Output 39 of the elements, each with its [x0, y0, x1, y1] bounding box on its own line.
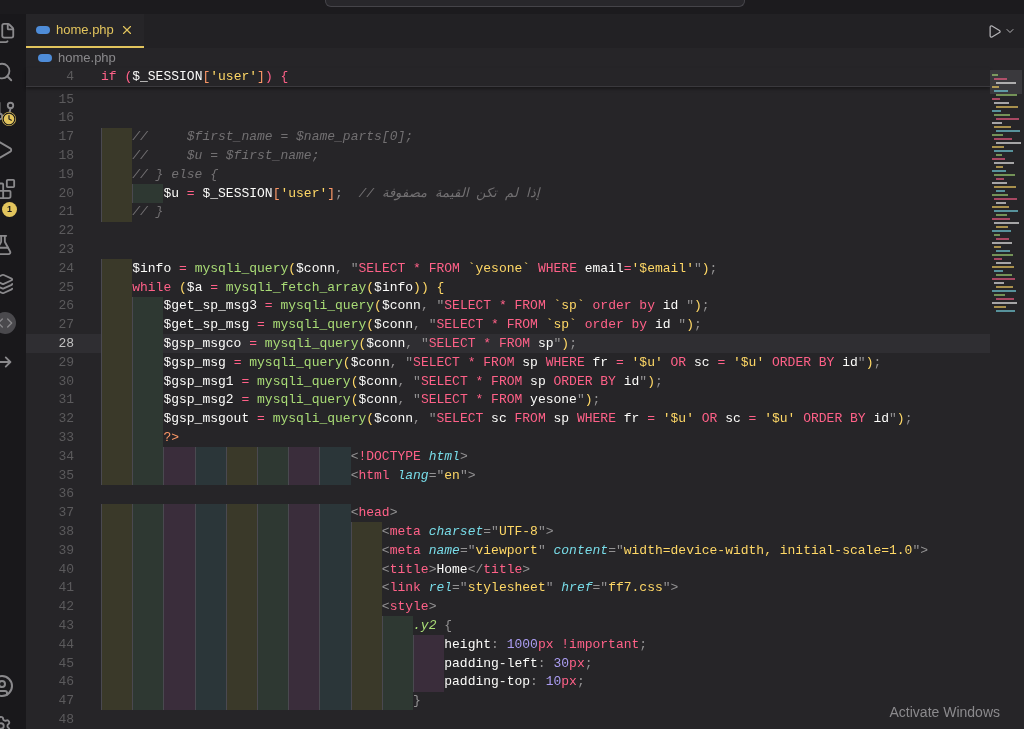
notification-badge: 1 [2, 202, 17, 217]
code-line: ?> [163, 429, 179, 447]
code-line: <html lang="en"> [350, 466, 476, 485]
code-line: height: 1000px !important; [444, 635, 648, 654]
code-line: <meta name="viewport" content="width=device-width, initial-scale=1.0"> [381, 541, 928, 560]
code-line: <meta charset="UTF-8"> [381, 523, 554, 541]
activation-notice: Activate Windows [889, 703, 1000, 722]
code-line: .y2 { [413, 616, 453, 635]
code-line: padding-left: 30px; [444, 654, 593, 673]
code-line: $gsp_msg1 = mysqli_query($conn, "SELECT * FROM sp ORDER BY id"); [163, 372, 663, 391]
files-icon[interactable] [0, 22, 16, 44]
code-line: <head> [350, 504, 398, 523]
code-line: <link rel="stylesheet" href="ff7.css"> [381, 579, 679, 598]
code-line: $get_sp_msg3 = mysqli_query($conn, "SELECT * FROM `sp` order by id "); [163, 297, 710, 316]
code-line: // } else { [132, 165, 219, 184]
php-file-icon [38, 54, 52, 62]
code-icon[interactable] [0, 312, 16, 334]
php-file-icon [36, 26, 50, 34]
run-icon[interactable] [987, 23, 1002, 39]
code-line: padding-top: 10px; [444, 673, 585, 692]
code-line: <title>Home</title> [381, 560, 531, 579]
editor-tab[interactable]: home.php [26, 14, 144, 48]
code-line: <!DOCTYPE html> [350, 447, 468, 466]
code-line: $get_sp_msg = mysqli_query($conn, "SELECT * FROM `sp` order by id "); [163, 316, 702, 335]
code-line: // $first_name = $name_parts[0]; [132, 128, 414, 147]
code-line: $info = mysqli_query($conn, "SELECT * FROM `yesone` WHERE email='$email'"); [132, 259, 718, 278]
line-number: 28 [57, 335, 74, 353]
code-line: } [413, 692, 421, 711]
code-line: $gsp_msg = mysqli_query($conn, "SELECT * FROM sp WHERE fr = '$u' OR sc = '$u' ORDER BY id"); [163, 353, 882, 372]
code-line: <style> [381, 598, 437, 617]
code-line: $gsp_msg2 = mysqli_query($conn, "SELECT * FROM yesone"); [163, 391, 601, 410]
code-line: $gsp_msgout = mysqli_query($conn, "SELECT sc FROM sp WHERE fr = '$u' OR sc = '$u' ORDER BY id"); [163, 410, 913, 429]
sticky-scroll-line[interactable]: if ($_SESSION['user']) { [101, 67, 289, 87]
extensions-icon[interactable] [0, 178, 16, 200]
code-line: // } [132, 203, 164, 222]
code-line: $gsp_msgco = mysqli_query($conn, "SELECT * FROM sp"); [163, 335, 577, 353]
breadcrumb[interactable]: home.php [58, 48, 116, 68]
code-line: // $u = $first_name; [132, 147, 320, 166]
code-line: while ($a = mysqli_fetch_array($info)) { [132, 278, 445, 297]
